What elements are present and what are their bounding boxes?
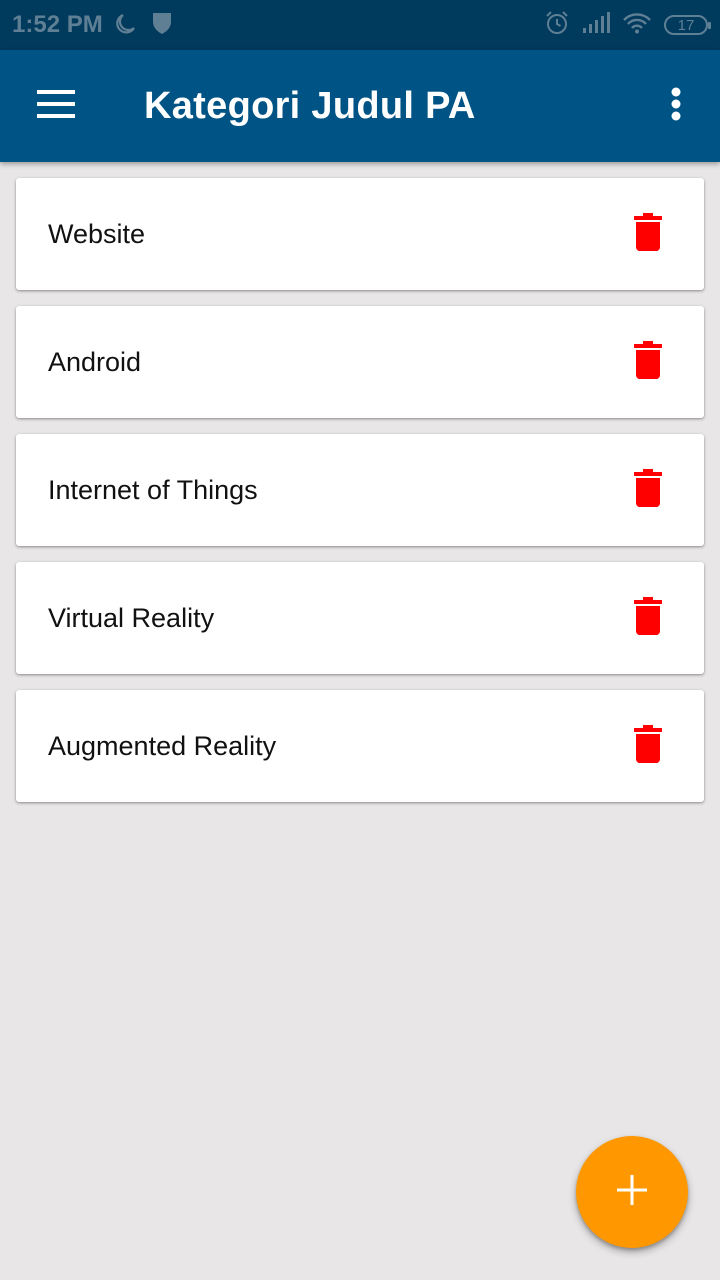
trash-icon	[634, 340, 662, 384]
page-title: Kategori Judul PA	[144, 84, 476, 127]
category-item-internet-of-things[interactable]: Internet of Things	[16, 434, 704, 546]
trash-icon	[634, 596, 662, 640]
wifi-icon	[622, 12, 652, 39]
delete-button[interactable]	[616, 330, 680, 394]
shield-icon	[151, 11, 173, 40]
moon-icon	[115, 12, 137, 39]
add-category-button[interactable]	[576, 1136, 688, 1248]
hamburger-menu-icon	[37, 89, 75, 123]
category-label: Internet of Things	[48, 474, 258, 505]
status-bar: 1:52 PM 17	[0, 0, 720, 50]
category-item-android[interactable]: Android	[16, 306, 704, 418]
delete-button[interactable]	[616, 586, 680, 650]
category-list: Website Android Internet of Things Virtu…	[16, 178, 704, 818]
category-label: Augmented Reality	[48, 730, 277, 761]
category-item-augmented-reality[interactable]: Augmented Reality	[16, 690, 704, 802]
app-bar: Kategori Judul PA	[0, 50, 720, 162]
overflow-menu-icon	[671, 87, 681, 126]
battery-level: 17	[677, 16, 695, 34]
category-label: Android	[48, 346, 142, 377]
navigation-menu-button[interactable]	[0, 50, 112, 162]
plus-icon	[617, 1174, 647, 1210]
category-item-virtual-reality[interactable]: Virtual Reality	[16, 562, 704, 674]
trash-icon	[634, 212, 662, 256]
delete-button[interactable]	[616, 714, 680, 778]
category-label: Website	[48, 218, 146, 249]
delete-button[interactable]	[616, 202, 680, 266]
category-item-website[interactable]: Website	[16, 178, 704, 290]
battery-icon: 17	[664, 15, 711, 35]
signal-icon	[582, 11, 610, 39]
status-left-icons	[115, 11, 173, 40]
alarm-icon	[544, 10, 570, 41]
status-time: 1:52 PM	[12, 11, 103, 38]
delete-button[interactable]	[616, 458, 680, 522]
trash-icon	[634, 724, 662, 768]
trash-icon	[634, 468, 662, 512]
category-label: Virtual Reality	[48, 602, 215, 633]
overflow-menu-button[interactable]	[640, 50, 712, 162]
status-right-icons: 17	[544, 10, 711, 41]
